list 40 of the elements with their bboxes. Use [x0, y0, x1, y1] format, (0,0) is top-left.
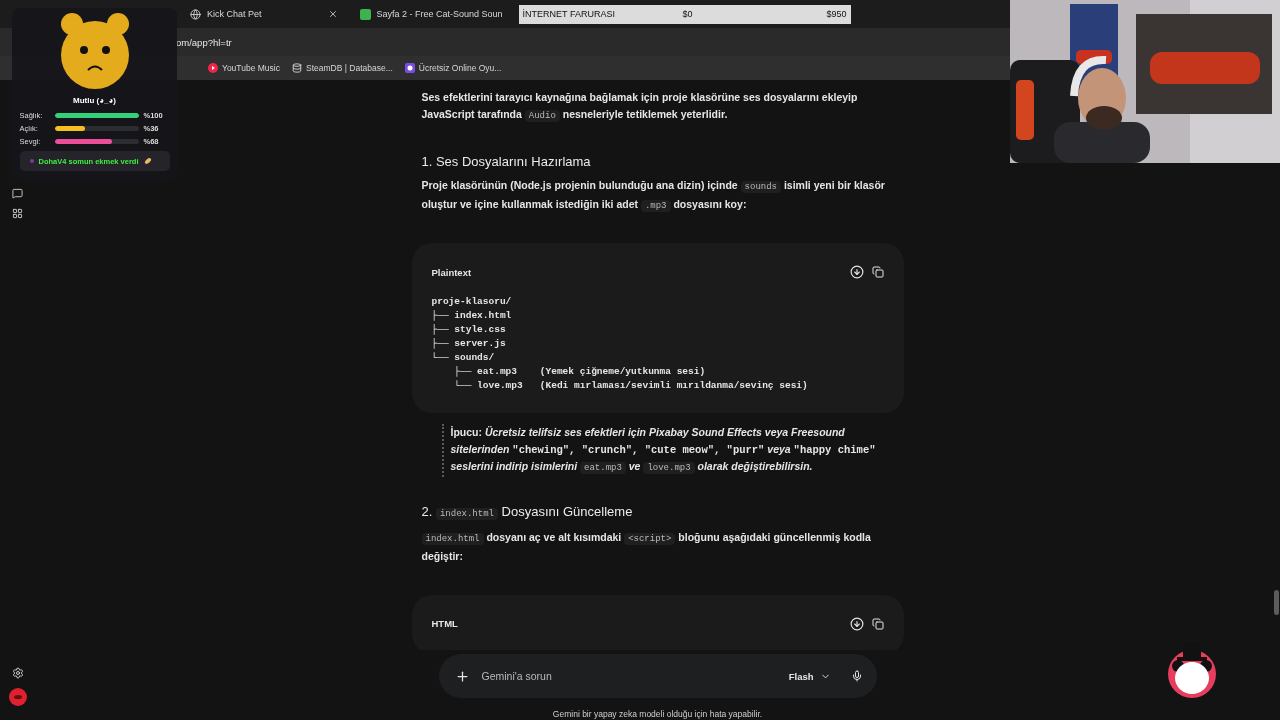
cost-start-value: $0 [682, 9, 694, 19]
download-icon[interactable] [849, 616, 864, 631]
section-heading: 2. index.html Dosyasını Güncelleme [421, 502, 634, 522]
paragraph-text: Ses efektlerini tarayıcı kaynağına bağlamak için proje klasörüne ses dosyalarını ekleyip JavaScript tarafında Audio nesneleriyle tetiklemek yeterlidir. [421, 90, 859, 124]
download-icon[interactable] [849, 265, 864, 279]
settings-icon[interactable] [11, 667, 24, 679]
cost-label: İNTERNET FARURASI [522, 9, 616, 19]
cost-end-value: $950 [826, 9, 847, 19]
address-text[interactable]: om/app?hl=tr [176, 36, 232, 48]
code-language-label: Plaintext [431, 266, 473, 278]
chat-icon[interactable] [12, 188, 23, 199]
tip-text: İpucu: Ücretsiz telifsiz ses efektleri için Pixabay Sound Effects veya Freesound sitelerinden "chewing", "crunch", "cute meow", "purr" veya "happy chime" seslerini indirip isimlerini eat.mp3 ve love.mp3 olarak değiştirebilirsin. [441, 424, 890, 477]
paragraph-text: Proje klasörünün (Node.js projenin bulunduğu ana dizin) içinde sounds isimli yeni bir klasör oluştur ve içine kullanmak istediğin iki adet .mp3 dosyasını koy: [421, 178, 886, 214]
globe-icon [190, 8, 201, 20]
browser-tab[interactable]: Sayfa 2 - Free Cat-Sound Soun [351, 3, 511, 25]
bullet-icon [29, 159, 34, 163]
database-icon [291, 63, 302, 73]
section-heading: 1. Ses Dosyalarını Hazırlama [421, 153, 592, 171]
paragraph-text: index.html dosyanı aç ve alt kısımdaki <script> bloğunu aşağıdaki güncellenmiş kodla değiştir: [421, 529, 872, 564]
microphone-icon[interactable] [850, 670, 863, 682]
close-icon[interactable] [327, 9, 338, 19]
browser-tab[interactable]: Kick Chat Pet [182, 3, 346, 25]
mood-text: Mutlu (◕_◕) [73, 96, 116, 105]
copy-icon[interactable] [871, 266, 884, 278]
bookmark-item[interactable]: SteamDB | Database... [291, 63, 393, 73]
prompt-input[interactable]: Gemini'a sorun Flash [438, 654, 877, 698]
code-listing: proje-klasoru/ ├── index.html ├── style.css ├── server.js └── sounds/ ├── eat.mp3 (Yemek çiğneme/yutkunma sesi) └── love.mp3 (Kedi mırlaması/sevimli mırıldanma/sevinç sesi) [431, 295, 809, 393]
copy-icon[interactable] [871, 617, 884, 630]
music-icon [208, 63, 218, 73]
avatar-icon[interactable] [8, 688, 27, 706]
grid-icon[interactable] [12, 208, 23, 219]
plus-icon[interactable] [454, 668, 470, 684]
bookmark-item[interactable]: YouTube Music [208, 63, 280, 73]
model-selector[interactable]: Flash [788, 670, 841, 682]
scrollbar-thumb[interactable] [1274, 590, 1279, 615]
site-icon [359, 8, 371, 20]
bookmark-item[interactable]: Ücretsiz Online Oyu... [404, 63, 502, 73]
disclaimer-text: Gemini bir yapay zeka modeli olduğu için hata yapabilir. [552, 708, 763, 720]
bread-icon [143, 157, 152, 165]
code-language-label: HTML [431, 618, 459, 629]
